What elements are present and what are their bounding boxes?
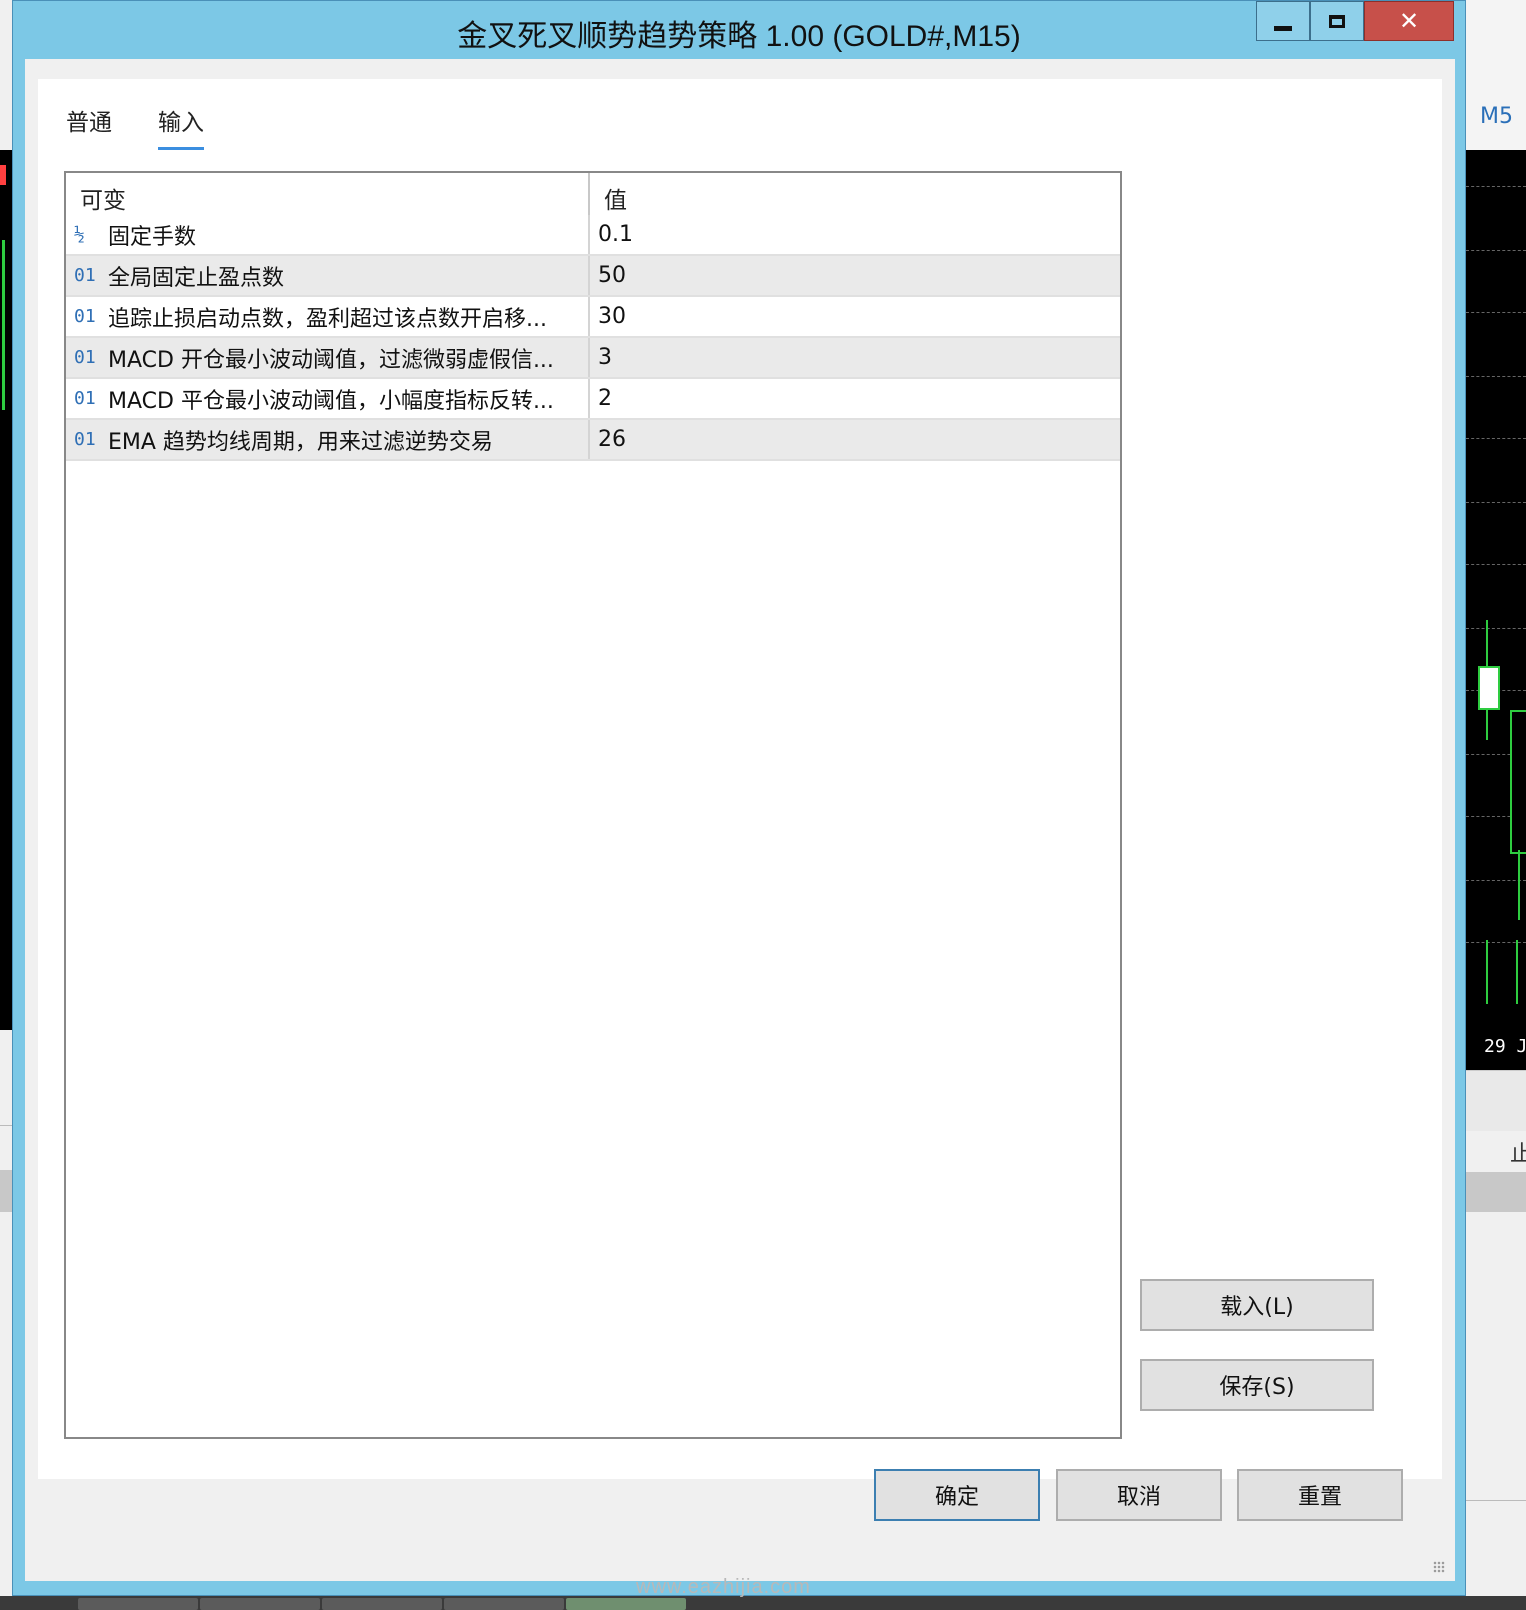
maximize-button[interactable] (1310, 1, 1364, 41)
row-name-cell: 01 EMA 趋势均线周期，用来过滤逆势交易 (66, 420, 590, 459)
row-name: MACD 平仓最小波动阈值，小幅度指标反转... (108, 388, 554, 414)
row-name-cell: ½ 固定手数 (66, 215, 590, 254)
load-button[interactable]: 载入(L) (1140, 1279, 1374, 1331)
grid-line (1466, 312, 1526, 313)
grid-header: 可变 值 (66, 173, 1120, 215)
background-panel-text: 止 (1510, 1142, 1526, 1167)
tab-bar: 普通 输入 (66, 103, 204, 150)
row-name-cell: 01 MACD 开仓最小波动阈值，过滤微弱虚假信... (66, 338, 590, 377)
table-row[interactable]: 01 MACD 开仓最小波动阈值，过滤微弱虚假信... 3 (66, 338, 1120, 379)
candle-wick (1486, 620, 1488, 666)
candle-wick (1486, 708, 1488, 740)
integer-type-icon: 01 (74, 265, 96, 286)
double-type-icon: ½ (74, 224, 85, 245)
inputs-grid: 可变 值 ½ 固定手数 0.1 01 全局固定止盈点数 50 01 追踪止损启动… (64, 171, 1122, 1439)
taskbar-item[interactable] (200, 1598, 320, 1610)
background-panel-strip (0, 1170, 12, 1212)
title-bar[interactable]: 金叉死叉顺势趋势策略 1.00 (GOLD#,M15) ✕ (13, 1, 1465, 59)
taskbar-item[interactable] (566, 1598, 686, 1610)
background-panel-strip (1466, 1172, 1526, 1212)
background-panel (1466, 1070, 1526, 1131)
watermark-text: www.eazhijia.com (636, 1576, 811, 1598)
ok-button[interactable]: 确定 (874, 1469, 1040, 1521)
row-value[interactable]: 3 (590, 345, 612, 370)
divider (0, 1125, 12, 1126)
table-row[interactable]: 01 全局固定止盈点数 50 (66, 256, 1120, 297)
integer-type-icon: 01 (74, 388, 96, 409)
row-value[interactable]: 26 (590, 427, 626, 452)
grid-line (1466, 880, 1526, 881)
column-header-value[interactable]: 值 (590, 173, 627, 215)
reset-button[interactable]: 重置 (1237, 1469, 1403, 1521)
table-row[interactable]: 01 EMA 趋势均线周期，用来过滤逆势交易 26 (66, 420, 1120, 461)
grid-line (1466, 376, 1526, 377)
window-title: 金叉死叉顺势趋势策略 1.00 (GOLD#,M15) (457, 20, 1021, 53)
grid-line (1466, 438, 1526, 439)
row-value[interactable]: 0.1 (590, 222, 633, 247)
row-name-cell: 01 MACD 平仓最小波动阈值，小幅度指标反转... (66, 379, 590, 418)
grid-line (1466, 564, 1526, 565)
grid-line (1466, 502, 1526, 503)
grid-rows: ½ 固定手数 0.1 01 全局固定止盈点数 50 01 追踪止损启动点数，盈利… (66, 215, 1120, 461)
candle-wick (1518, 850, 1520, 920)
integer-type-icon: 01 (74, 347, 96, 368)
minimize-button[interactable] (1256, 1, 1310, 41)
close-button[interactable]: ✕ (1364, 1, 1454, 41)
chart-bar (2, 240, 5, 410)
row-value[interactable]: 30 (590, 304, 626, 329)
column-header-variable[interactable]: 可变 (66, 173, 590, 215)
candle-bullish (1478, 666, 1500, 710)
background-app-left (0, 0, 12, 1610)
table-row[interactable]: 01 追踪止损启动点数，盈利超过该点数开启移... 30 (66, 297, 1120, 338)
row-value[interactable]: 2 (590, 386, 612, 411)
row-name: 追踪止损启动点数，盈利超过该点数开启移... (108, 306, 547, 332)
chart-marker (0, 165, 6, 185)
minimize-icon (1274, 25, 1292, 31)
row-name-cell: 01 追踪止损启动点数，盈利超过该点数开启移... (66, 297, 590, 336)
grid-line (1466, 628, 1526, 629)
taskbar-item[interactable] (78, 1598, 198, 1610)
dialog-client-area: 普通 输入 可变 值 ½ 固定手数 0.1 01 全局固定止盈点数 50 01 … (25, 59, 1455, 1581)
row-name-cell: 01 全局固定止盈点数 (66, 256, 590, 295)
chart-date-label: 29 Ju (1484, 1036, 1526, 1057)
row-name: 固定手数 (108, 224, 197, 250)
tab-panel: 普通 输入 可变 值 ½ 固定手数 0.1 01 全局固定止盈点数 50 01 … (38, 79, 1442, 1479)
timeframe-label[interactable]: M5 (1480, 104, 1513, 129)
maximize-icon (1329, 14, 1345, 28)
row-name: EMA 趋势均线周期，用来过滤逆势交易 (108, 429, 493, 455)
ea-properties-dialog: 金叉死叉顺势趋势策略 1.00 (GOLD#,M15) ✕ 普通 输入 可变 值 (12, 0, 1466, 1596)
close-icon: ✕ (1398, 7, 1420, 35)
cancel-button[interactable]: 取消 (1056, 1469, 1222, 1521)
window-controls: ✕ (1256, 1, 1454, 43)
table-row[interactable]: ½ 固定手数 0.1 (66, 215, 1120, 256)
save-button[interactable]: 保存(S) (1140, 1359, 1374, 1411)
tab-inputs[interactable]: 输入 (158, 103, 204, 150)
grid-line (1466, 250, 1526, 251)
volume-bar (1486, 940, 1488, 1004)
taskbar-item[interactable] (322, 1598, 442, 1610)
row-name: 全局固定止盈点数 (108, 265, 285, 291)
background-app-right: M5 29 Ju 止 (1466, 0, 1526, 1610)
resize-grip-icon[interactable] (1433, 1561, 1445, 1573)
row-value[interactable]: 50 (590, 263, 626, 288)
row-name: MACD 开仓最小波动阈值，过滤微弱虚假信... (108, 347, 554, 373)
background-chart-right: 29 Ju (1466, 150, 1526, 1070)
grid-line (1466, 186, 1526, 187)
volume-bar (1516, 940, 1518, 1004)
divider (1466, 1500, 1526, 1501)
integer-type-icon: 01 (74, 429, 96, 450)
tab-general[interactable]: 普通 (66, 103, 112, 150)
background-toolbar: M5 (1466, 0, 1526, 151)
taskbar-item[interactable] (444, 1598, 564, 1610)
table-row[interactable]: 01 MACD 平仓最小波动阈值，小幅度指标反转... 2 (66, 379, 1120, 420)
integer-type-icon: 01 (74, 306, 96, 327)
candle (1510, 710, 1526, 854)
